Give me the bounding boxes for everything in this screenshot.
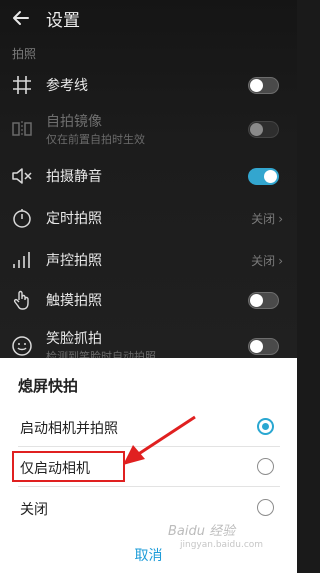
option-off[interactable]: 关闭: [0, 488, 297, 528]
setting-label: 触摸拍照: [46, 293, 102, 309]
watermark-logo: Baidu 经验: [168, 524, 236, 539]
option-label: 关闭: [20, 502, 48, 518]
setting-row-timer[interactable]: 定时拍照 关闭 ›: [0, 198, 297, 238]
mute-speaker-icon: [10, 164, 34, 188]
setting-value: 关闭 ›: [251, 252, 283, 269]
radio-selected[interactable]: [257, 418, 274, 435]
touch-hand-icon: [10, 288, 34, 312]
section-label: 拍照: [12, 47, 37, 61]
page-title: 设置: [46, 11, 80, 31]
top-bar: 设置: [0, 0, 297, 36]
annotation-arrow-icon: [123, 415, 196, 465]
setting-sublabel: 仅在前置自拍时生效: [46, 133, 145, 146]
toggle-knob: [250, 340, 263, 353]
annotation-highlight-box: [12, 451, 125, 482]
dialog-title: 熄屏快拍: [18, 377, 79, 395]
toggle-knob: [250, 123, 263, 136]
value-text: 关闭: [251, 254, 276, 268]
radio-unselected[interactable]: [257, 499, 274, 516]
option-label: 启动相机并拍照: [20, 421, 118, 437]
value-text: 关闭: [251, 212, 276, 226]
chevron-right-icon: ›: [278, 254, 283, 268]
watermark-url: jingyan.baidu.com: [180, 540, 264, 550]
setting-row-touch[interactable]: 触摸拍照: [0, 280, 297, 320]
toggle-knob: [250, 79, 263, 92]
setting-row-grid[interactable]: 参考线: [0, 65, 297, 105]
mirror-icon: [10, 117, 34, 141]
grid-toggle[interactable]: [248, 77, 279, 94]
radio-unselected[interactable]: [257, 458, 274, 475]
smile-icon: [10, 334, 34, 358]
setting-row-mute[interactable]: 拍摄静音: [0, 156, 297, 196]
setting-label: 参考线: [46, 78, 88, 94]
setting-row-voice[interactable]: 声控拍照 关闭 ›: [0, 240, 297, 280]
chevron-right-icon: ›: [278, 212, 283, 226]
timer-icon: [10, 206, 34, 230]
mute-toggle[interactable]: [248, 168, 279, 185]
setting-value: 关闭 ›: [251, 210, 283, 227]
mirror-toggle: [248, 121, 279, 138]
setting-row-mirror: 自拍镜像 仅在前置自拍时生效: [0, 109, 297, 149]
divider: [18, 486, 280, 487]
toggle-knob: [264, 170, 277, 183]
setting-label: 定时拍照: [46, 211, 102, 227]
sound-bars-icon: [10, 248, 34, 272]
setting-label: 笑脸抓拍: [46, 331, 102, 347]
setting-label: 自拍镜像: [46, 114, 102, 130]
setting-label: 拍摄静音: [46, 169, 102, 185]
touch-toggle[interactable]: [248, 292, 279, 309]
arrow-left-icon[interactable]: [10, 7, 32, 29]
toggle-knob: [250, 294, 263, 307]
smile-toggle[interactable]: [248, 338, 279, 355]
setting-label: 声控拍照: [46, 253, 102, 269]
grid-icon: [10, 73, 34, 97]
